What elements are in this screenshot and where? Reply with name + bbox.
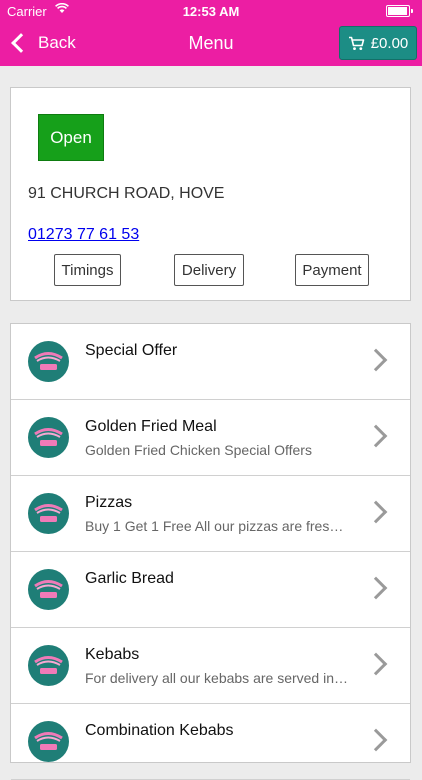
restaurant-logo-icon — [28, 721, 69, 762]
chevron-right-icon — [364, 576, 388, 600]
menu-item-name: Special Offer — [85, 342, 178, 359]
store-phone-link[interactable]: 01273 77 61 53 — [28, 226, 139, 244]
cart-total: £0.00 — [370, 34, 409, 52]
store-info-card: Open 91 CHURCH ROAD, HOVE 01273 77 61 53… — [10, 87, 411, 301]
menu-item-name: Golden Fried Meal — [85, 418, 217, 435]
menu-item-name: Garlic Bread — [85, 570, 174, 587]
restaurant-logo-icon — [28, 493, 69, 534]
status-bar: Carrier 12:53 AM — [0, 0, 422, 22]
timings-button[interactable]: Timings — [54, 254, 121, 286]
delivery-button[interactable]: Delivery — [174, 254, 244, 286]
menu-item-description: For delivery all our kebabs are served i… — [85, 670, 349, 686]
battery-icon — [386, 5, 413, 17]
menu-item-name: Pizzas — [85, 494, 133, 511]
restaurant-logo-icon — [28, 569, 69, 610]
chevron-right-icon — [364, 424, 388, 448]
restaurant-logo-icon — [28, 341, 69, 382]
chevron-right-icon — [364, 728, 388, 752]
chevron-right-icon — [364, 652, 388, 676]
chevron-right-icon — [364, 500, 388, 524]
menu-item-special-offer[interactable]: Special Offer — [11, 324, 410, 400]
menu-item-garlic-bread[interactable]: Garlic Bread — [11, 552, 410, 628]
chevron-right-icon — [364, 348, 388, 372]
menu-item-golden-fried-meal[interactable]: Golden Fried Meal Golden Fried Chicken S… — [11, 400, 410, 476]
menu-item-combination-kebabs[interactable]: Combination Kebabs — [11, 704, 410, 780]
menu-item-name: Kebabs — [85, 646, 140, 663]
menu-category-list: Special Offer Golden Fried Meal Golden F… — [10, 323, 411, 780]
menu-item-description: Golden Fried Chicken Special Offers — [85, 442, 312, 458]
menu-item-description: Buy 1 Get 1 Free All our pizzas are fres… — [85, 518, 344, 534]
payment-button[interactable]: Payment — [295, 254, 369, 286]
store-address: 91 CHURCH ROAD, HOVE — [28, 185, 225, 202]
open-status-button[interactable]: Open — [38, 114, 104, 161]
cart-button[interactable]: £0.00 — [339, 26, 417, 60]
status-time: 12:53 AM — [182, 4, 240, 19]
restaurant-logo-icon — [28, 645, 69, 686]
navigation-bar: Carrier 12:53 AM Back Menu £0.00 — [0, 0, 422, 66]
restaurant-logo-icon — [28, 417, 69, 458]
menu-item-pizzas[interactable]: Pizzas Buy 1 Get 1 Free All our pizzas a… — [11, 476, 410, 552]
cart-icon — [348, 36, 365, 50]
menu-item-kebabs[interactable]: Kebabs For delivery all our kebabs are s… — [11, 628, 410, 704]
menu-item-name: Combination Kebabs — [85, 722, 234, 739]
